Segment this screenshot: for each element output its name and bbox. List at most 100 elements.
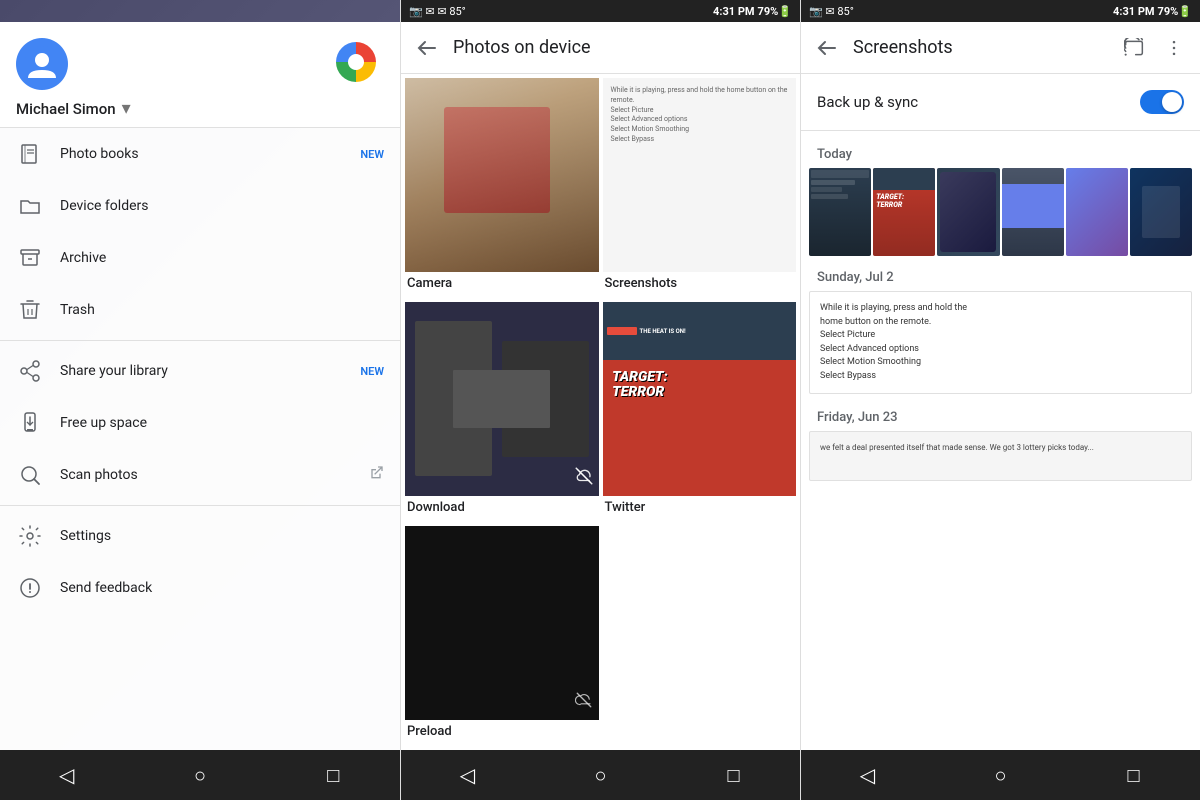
free-space-label: Free up space [60, 415, 384, 431]
text-ss-line1: While it is playing, press and hold the [820, 302, 1181, 316]
sunday-text-screenshot[interactable]: While it is playing, press and hold the … [809, 291, 1192, 394]
today-thumb-3[interactable] [937, 168, 999, 256]
status-icons-2: 📷 ✉ ✉ 85° [409, 5, 466, 18]
text-ss-line6: Select Bypass [820, 370, 1181, 384]
battery-3: 79%🔋 [1158, 5, 1192, 18]
folder-preload-name: Preload [405, 720, 599, 743]
folder-icon [16, 192, 44, 220]
status-left-3: 📷 ✉ 85° [809, 5, 854, 18]
menu-item-scan-photos[interactable]: Scan photos [0, 449, 400, 501]
app-bar-title-3: Screenshots [853, 37, 1116, 58]
bottom-nav-2: ◁ ○ □ [401, 750, 800, 800]
share-library-badge: NEW [360, 365, 384, 378]
share-icon [16, 357, 44, 385]
archive-icon [16, 244, 44, 272]
today-thumbs-row: TARGET:TERROR [801, 166, 1200, 258]
menu-item-free-space[interactable]: Free up space [0, 397, 400, 449]
folder-camera[interactable]: Camera [405, 78, 599, 298]
status-time-2: 4:31 PM [713, 5, 755, 18]
home-button-3[interactable]: ○ [981, 755, 1021, 795]
friday-text: we felt a deal presented itself that mad… [820, 442, 1181, 454]
section-header-today: Today [801, 139, 1200, 166]
external-link-icon [368, 465, 384, 485]
photo-books-badge: NEW [360, 148, 384, 161]
panel-photos-on-device: 📷 ✉ ✉ 85° 4:31 PM 79%🔋 Photos on device … [400, 0, 800, 800]
home-button-1[interactable]: ○ [180, 755, 220, 795]
text-ss-line4: Select Advanced options [820, 343, 1181, 357]
folder-twitter-thumb: THE HEAT IS ON! TARGET:TERROR [603, 302, 797, 496]
user-avatar[interactable] [16, 38, 68, 90]
recents-button-3[interactable]: □ [1114, 755, 1154, 795]
cloud-off-icon-preload [575, 691, 593, 714]
status-icons-3: 📷 ✉ 85° [809, 5, 854, 18]
account-chevron-icon[interactable]: ▾ [122, 98, 131, 119]
app-bar-title-2: Photos on device [453, 37, 792, 58]
status-bar-3: 📷 ✉ 85° 4:31 PM 79%🔋 [801, 0, 1200, 22]
menu-item-settings[interactable]: Settings [0, 510, 400, 562]
folder-twitter-name: Twitter [603, 496, 797, 519]
folder-screenshots-name: Screenshots [603, 272, 797, 295]
section-header-friday: Friday, Jun 23 [801, 402, 1200, 429]
today-thumb-1[interactable] [809, 168, 871, 256]
friday-screenshot[interactable]: we felt a deal presented itself that mad… [809, 431, 1192, 481]
settings-icon [16, 522, 44, 550]
back-button-3[interactable]: ◁ [848, 755, 888, 795]
text-ss-line2: home button on the remote. [820, 316, 1181, 330]
menu-item-device-folders[interactable]: Device folders [0, 180, 400, 232]
back-arrow-3[interactable] [809, 30, 845, 66]
folder-screenshots-thumb: While it is playing, press and hold the … [603, 78, 797, 272]
panel-screenshots: 📷 ✉ 85° 4:31 PM 79%🔋 Screenshots [800, 0, 1200, 800]
status-time-3: 4:31 PM [1113, 5, 1155, 18]
menu-item-archive[interactable]: Archive [0, 232, 400, 284]
scan-icon [16, 461, 44, 489]
folder-preload-thumb [405, 526, 599, 720]
folder-camera-thumb [405, 78, 599, 272]
panel-drawer: ✉ ✉ ✉ 📷 85° 4:31 PM 🔵 79% [0, 0, 400, 800]
today-thumb-4[interactable] [1002, 168, 1064, 256]
bottom-nav-1: ◁ ○ □ [0, 750, 400, 800]
battery-2: 79%🔋 [758, 5, 792, 18]
settings-label: Settings [60, 528, 384, 544]
recents-button-2[interactable]: □ [714, 755, 754, 795]
send-feedback-label: Send feedback [60, 580, 384, 596]
menu-item-trash[interactable]: Trash [0, 284, 400, 336]
today-thumb-2[interactable]: TARGET:TERROR [873, 168, 935, 256]
bottom-nav-3: ◁ ○ □ [801, 750, 1200, 800]
backup-sync-toggle[interactable] [1140, 90, 1184, 114]
home-button-2[interactable]: ○ [581, 755, 621, 795]
cast-button[interactable] [1116, 30, 1152, 66]
photo-books-label: Photo books [60, 146, 344, 162]
backup-sync-row[interactable]: Back up & sync [801, 74, 1200, 131]
drawer-header: Michael Simon ▾ [0, 22, 400, 128]
back-arrow-2[interactable] [409, 30, 445, 66]
divider-1 [0, 340, 400, 341]
back-button-1[interactable]: ◁ [47, 755, 87, 795]
user-display-name: Michael Simon [16, 100, 116, 118]
today-thumb-5[interactable] [1066, 168, 1128, 256]
folder-screenshots[interactable]: While it is playing, press and hold the … [603, 78, 797, 298]
folder-download[interactable]: Download [405, 302, 599, 522]
folder-preload[interactable]: Preload [405, 526, 599, 746]
device-folders-label: Device folders [60, 198, 384, 214]
screenshots-scroll-area[interactable]: Today TARGET:TERROR [801, 131, 1200, 750]
share-library-label: Share your library [60, 363, 344, 379]
cloud-off-icon-download [575, 467, 593, 490]
text-ss-line5: Select Motion Smoothing [820, 356, 1181, 370]
drawer-content: Michael Simon ▾ Photo books NEW [0, 22, 400, 800]
more-options-button[interactable] [1156, 30, 1192, 66]
backup-sync-label: Back up & sync [817, 93, 918, 111]
status-right-3: 4:31 PM 79%🔋 [1113, 5, 1192, 18]
menu-item-photo-books[interactable]: Photo books NEW [0, 128, 400, 180]
today-thumb-6[interactable] [1130, 168, 1192, 256]
app-bar-actions [1116, 30, 1192, 66]
divider-2 [0, 505, 400, 506]
free-space-icon [16, 409, 44, 437]
menu-item-send-feedback[interactable]: Send feedback [0, 562, 400, 614]
recents-button-1[interactable]: □ [313, 755, 353, 795]
folder-twitter[interactable]: THE HEAT IS ON! TARGET:TERROR Twitter [603, 302, 797, 522]
back-button-2[interactable]: ◁ [448, 755, 488, 795]
archive-label: Archive [60, 250, 384, 266]
folder-download-name: Download [405, 496, 599, 519]
menu-item-share-library[interactable]: Share your library NEW [0, 345, 400, 397]
status-bar-2: 📷 ✉ ✉ 85° 4:31 PM 79%🔋 [401, 0, 800, 22]
